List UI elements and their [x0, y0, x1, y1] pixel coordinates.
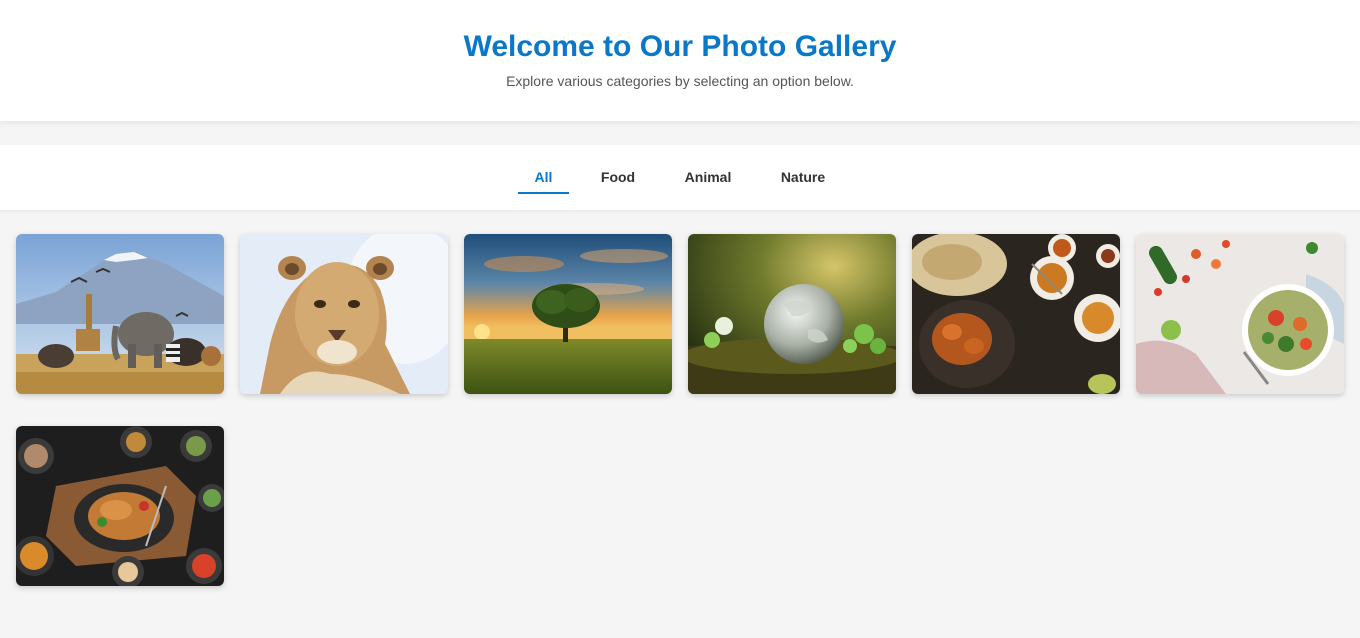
- photo-lioness-image: [240, 234, 448, 394]
- tab-all[interactable]: All: [518, 161, 569, 194]
- page-subtitle: Explore various categories by selecting …: [506, 73, 854, 89]
- tab-animal[interactable]: Animal: [676, 161, 740, 194]
- photo-card-lioness[interactable]: [240, 234, 448, 394]
- page-title: Welcome to Our Photo Gallery: [463, 30, 897, 63]
- photo-animals-image: [16, 234, 224, 394]
- photo-card-roast-chicken[interactable]: [16, 426, 224, 586]
- category-filter-bar: All Food Animal Nature: [0, 145, 1360, 210]
- photo-indian-food-image: [912, 234, 1120, 394]
- photo-card-indian-food[interactable]: [912, 234, 1120, 394]
- photo-card-salad[interactable]: [1136, 234, 1344, 394]
- photo-roast-chicken-image: [16, 426, 224, 586]
- site-header: Welcome to Our Photo Gallery Explore var…: [0, 0, 1360, 121]
- photo-sunset-tree-image: [464, 234, 672, 394]
- photo-card-sunset-tree[interactable]: [464, 234, 672, 394]
- photo-card-globe[interactable]: [688, 234, 896, 394]
- photo-salad-image: [1136, 234, 1344, 394]
- photo-globe-image: [688, 234, 896, 394]
- tab-food[interactable]: Food: [594, 161, 642, 194]
- photo-card-animals[interactable]: [16, 234, 224, 394]
- tab-nature[interactable]: Nature: [772, 161, 834, 194]
